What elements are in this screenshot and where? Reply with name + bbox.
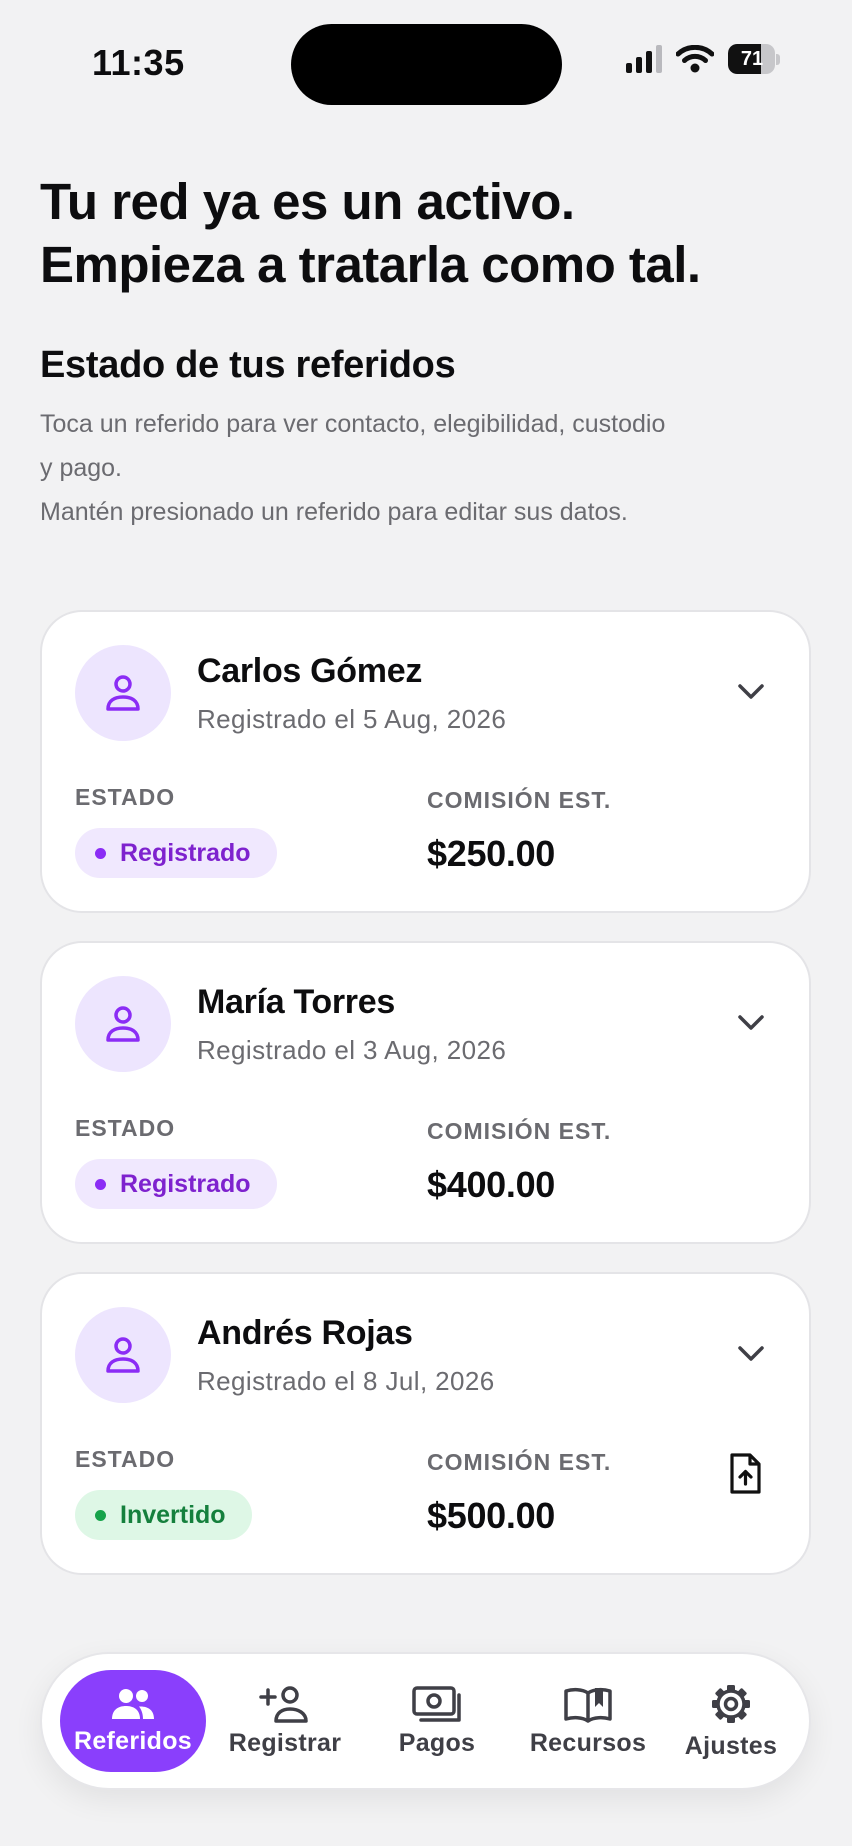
status-icons: 71	[626, 44, 780, 74]
status-badge-text: Registrado	[120, 1169, 251, 1198]
battery-icon: 71	[728, 44, 780, 74]
battery-percent: 71	[740, 48, 764, 70]
avatar	[75, 645, 171, 741]
avatar	[75, 1307, 171, 1403]
referral-date: Registrado el 3 Aug, 2026	[197, 1035, 507, 1065]
nav-label: Recursos	[529, 1728, 647, 1757]
commission-amount: $250.00	[427, 833, 556, 874]
commission-amount: $400.00	[427, 1164, 556, 1205]
avatar	[75, 976, 171, 1072]
status-label: ESTADO	[75, 1446, 176, 1472]
status-badge: Registrado	[75, 1159, 277, 1209]
cellular-signal-icon	[626, 45, 662, 73]
nav-label: Registrar	[228, 1728, 342, 1757]
people-icon	[112, 1688, 154, 1719]
nav-item-recursos[interactable]: Recursos	[512, 1670, 664, 1772]
referral-card[interactable]: María Torres Registrado el 3 Aug, 2026 E…	[40, 941, 811, 1244]
referral-name: Andrés Rojas	[197, 1314, 413, 1352]
status-bar: 11:35 71	[0, 0, 852, 120]
status-label: ESTADO	[75, 784, 176, 810]
chevron-down-icon[interactable]	[733, 1336, 769, 1372]
referral-date: Registrado el 5 Aug, 2026	[197, 704, 507, 734]
document-upload-icon[interactable]	[725, 1452, 765, 1496]
referral-name: Carlos Gómez	[197, 652, 423, 690]
book-icon	[564, 1687, 612, 1723]
referral-name: María Torres	[197, 983, 395, 1021]
nav-label: Pagos	[398, 1728, 476, 1757]
dynamic-island	[291, 24, 562, 105]
status-badge-text: Registrado	[120, 838, 251, 867]
headline-line-1: Tu red ya es un activo.	[40, 173, 575, 230]
commission-amount: $500.00	[427, 1495, 556, 1536]
referral-card[interactable]: Carlos Gómez Registrado el 5 Aug, 2026 E…	[40, 610, 811, 913]
commission-label: COMISIÓN EST.	[427, 1449, 612, 1475]
add-person-icon	[259, 1685, 308, 1723]
person-icon	[106, 675, 140, 711]
commission-label: COMISIÓN EST.	[427, 1118, 612, 1144]
nav-label: Referidos	[73, 1726, 192, 1755]
nav-item-registrar[interactable]: Registrar	[210, 1670, 360, 1772]
person-icon	[106, 1337, 140, 1373]
status-badge-text: Invertido	[120, 1500, 226, 1529]
nav-label: Ajustes	[684, 1731, 778, 1760]
referral-card[interactable]: Andrés Rojas Registrado el 8 Jul, 2026 E…	[40, 1272, 811, 1575]
wifi-icon	[676, 45, 714, 73]
status-badge: Invertido	[75, 1490, 252, 1540]
payments-icon	[412, 1685, 461, 1722]
person-icon	[106, 1006, 140, 1042]
status-badge: Registrado	[75, 828, 277, 878]
gear-icon	[712, 1684, 750, 1723]
status-dot	[95, 1178, 106, 1190]
status-label: ESTADO	[75, 1115, 176, 1141]
section-desc-line-2: y pago.	[40, 454, 123, 482]
status-time: 11:35	[92, 42, 185, 83]
referral-date: Registrado el 8 Jul, 2026	[197, 1366, 495, 1396]
chevron-down-icon[interactable]	[733, 1005, 769, 1041]
section-title: Estado de tus referidos	[40, 344, 456, 386]
section-desc-line-1: Toca un referido para ver contacto, eleg…	[40, 410, 666, 438]
nav-item-pagos[interactable]: Pagos	[364, 1670, 510, 1772]
page-headline: Tu red ya es un activo. Empieza a tratar…	[40, 170, 820, 296]
status-dot	[95, 1509, 106, 1521]
section-description: Toca un referido para ver contacto, eleg…	[40, 402, 820, 534]
nav-item-referidos[interactable]: Referidos	[60, 1670, 206, 1772]
nav-item-ajustes[interactable]: Ajustes	[666, 1670, 796, 1772]
status-dot	[95, 847, 106, 859]
bottom-navigation: Referidos Registrar Pagos Recursos Ajust…	[40, 1652, 811, 1790]
commission-label: COMISIÓN EST.	[427, 787, 612, 813]
section-desc-line-3: Mantén presionado un referido para edita…	[40, 498, 628, 526]
headline-line-2: Empieza a tratarla como tal.	[40, 236, 701, 293]
chevron-down-icon[interactable]	[733, 674, 769, 710]
